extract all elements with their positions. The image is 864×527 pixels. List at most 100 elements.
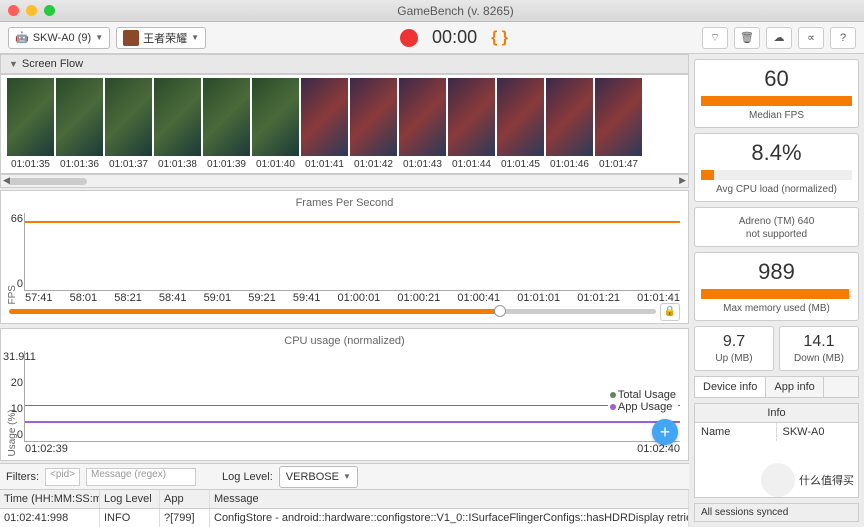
app-icon <box>123 30 139 46</box>
upload-card[interactable]: 9.7 Up (MB) <box>694 326 774 371</box>
legend-app: App Usage <box>618 401 672 413</box>
legend-total: Total Usage <box>618 389 676 401</box>
fps-value: 60 <box>701 66 852 92</box>
thumbnail[interactable]: 01:01:38 <box>154 78 201 170</box>
thumbnail[interactable]: 01:01:37 <box>105 78 152 170</box>
gpu-card[interactable]: Adreno (TM) 640 not supported <box>694 207 859 247</box>
thumbnail[interactable]: 01:01:45 <box>497 78 544 170</box>
share-icon[interactable]: ∝ <box>798 27 824 49</box>
help-icon[interactable]: ? <box>830 27 856 49</box>
thumbnail-image <box>7 78 54 156</box>
thumbnail-time: 01:01:38 <box>158 159 197 170</box>
info-header: Info <box>695 404 858 423</box>
thumbnail[interactable]: 01:01:40 <box>252 78 299 170</box>
thumbnail-time: 01:01:39 <box>207 159 246 170</box>
thumbnail-image <box>497 78 544 156</box>
tab-device-info[interactable]: Device info <box>695 377 766 397</box>
cpu-chart-title: CPU usage (normalized) <box>5 333 684 349</box>
right-panel: 60 Median FPS 8.4% Avg CPU load (normali… <box>689 54 864 527</box>
col-app[interactable]: App <box>160 490 210 508</box>
thumbnail[interactable]: 01:01:43 <box>399 78 446 170</box>
thumbnail-time: 01:01:44 <box>452 159 491 170</box>
thumbnail[interactable]: 01:01:39 <box>203 78 250 170</box>
screenflow-title: Screen Flow <box>22 58 83 70</box>
loglevel-dropdown[interactable]: VERBOSE▼ <box>279 466 358 488</box>
zoom-icon[interactable] <box>44 5 55 16</box>
thumbnail[interactable]: 01:01:44 <box>448 78 495 170</box>
wifi-icon[interactable]: ⌔ <box>702 27 728 49</box>
thumbnail-time: 01:01:42 <box>354 159 393 170</box>
app-dropdown[interactable]: 王者荣耀 ▼ <box>116 27 206 49</box>
thumbnail-image <box>154 78 201 156</box>
total-usage-line <box>25 405 680 407</box>
record-button[interactable] <box>400 29 418 47</box>
filters-label: Filters: <box>6 471 39 483</box>
up-value: 9.7 <box>701 333 767 351</box>
device-dropdown[interactable]: 🤖 SKW-A0 (9) ▼ <box>8 27 110 49</box>
log-row[interactable]: 01:02:41:998 INFO ?[799] ConfigStore - a… <box>0 509 689 527</box>
cloud-upload-icon[interactable]: ☁ <box>766 27 792 49</box>
main: ▼ Screen Flow 01:01:3501:01:3601:01:3701… <box>0 54 864 527</box>
loglevel-label: Log Level: <box>222 471 273 483</box>
thumbnail[interactable]: 01:01:35 <box>7 78 54 170</box>
screenflow-header[interactable]: ▼ Screen Flow <box>0 54 689 74</box>
thumbnail-image <box>105 78 152 156</box>
cpu-chart: CPU usage (normalized) Usage (%) 31.9112… <box>0 328 689 462</box>
col-level[interactable]: Log Level <box>100 490 160 508</box>
message-input[interactable]: Message (regex) <box>86 468 196 486</box>
pid-input[interactable]: <pid> <box>45 468 80 486</box>
log-header: Time (HH:MM:SS:ms) Log Level App Message <box>0 490 689 509</box>
app-label: 王者荣耀 <box>143 30 187 46</box>
thumbnail-image <box>203 78 250 156</box>
thumbnail-time: 01:01:43 <box>403 159 442 170</box>
gpu-status: not supported <box>701 229 852 240</box>
chevron-down-icon: ▼ <box>95 33 103 42</box>
titlebar: GameBench (v. 8265) <box>0 0 864 22</box>
up-label: Up (MB) <box>701 353 767 364</box>
thumbnail[interactable]: 01:01:47 <box>595 78 642 170</box>
minimize-icon[interactable] <box>26 5 37 16</box>
thumbnail-time: 01:01:41 <box>305 159 344 170</box>
thumbnail-image <box>301 78 348 156</box>
toolbar: 🤖 SKW-A0 (9) ▼ 王者荣耀 ▼ 00:00 { } ⌔ 🗑 ☁ ∝ … <box>0 22 864 54</box>
download-card[interactable]: 14.1 Down (MB) <box>779 326 859 371</box>
status-bar: All sessions synced <box>694 503 859 522</box>
mem-label: Max memory used (MB) <box>701 303 852 314</box>
col-time[interactable]: Time (HH:MM:SS:ms) <box>0 490 100 508</box>
thumbnail-time: 01:01:37 <box>109 159 148 170</box>
lock-icon[interactable]: 🔒 <box>660 303 680 321</box>
thumbnail-time: 01:01:35 <box>11 159 50 170</box>
fps-range-slider[interactable]: 🔒 <box>5 305 684 319</box>
thumbnail[interactable]: 01:01:36 <box>56 78 103 170</box>
add-button[interactable]: + <box>652 419 678 445</box>
thumbnail-strip[interactable]: 01:01:35 01:01:36 01:01:37 01:01:38 01:01:39… <box>0 74 689 174</box>
thumbnail-scrollbar[interactable]: ◀▶ <box>0 174 689 188</box>
trash-icon[interactable]: 🗑 <box>734 27 760 49</box>
braces-icon[interactable]: { } <box>491 29 508 47</box>
cpu-card[interactable]: 8.4% Avg CPU load (normalized) <box>694 133 859 202</box>
thumbnail-image <box>595 78 642 156</box>
thumbnail[interactable]: 01:01:41 <box>301 78 348 170</box>
tab-app-info[interactable]: App info <box>766 377 823 397</box>
cpu-value: 8.4% <box>701 140 852 166</box>
thumbnail-image <box>399 78 446 156</box>
fps-card[interactable]: 60 Median FPS <box>694 59 859 128</box>
cpu-label: Avg CPU load (normalized) <box>701 184 852 195</box>
col-msg[interactable]: Message <box>210 490 689 508</box>
thumbnail-time: 01:01:46 <box>550 159 589 170</box>
left-panel: ▼ Screen Flow 01:01:3501:01:3601:01:3701… <box>0 54 689 527</box>
cpu-plot[interactable]: 31.91120100 01:02:3901:02:40 Total Usage… <box>24 351 680 443</box>
thumbnail-image <box>448 78 495 156</box>
slider-thumb[interactable] <box>494 305 506 317</box>
down-label: Down (MB) <box>786 353 852 364</box>
memory-card[interactable]: 989 Max memory used (MB) <box>694 252 859 321</box>
info-table: Info Name SKW-A0 <box>694 403 859 498</box>
timer: 00:00 <box>432 27 477 48</box>
close-icon[interactable] <box>8 5 19 16</box>
fps-plot[interactable]: 660 57:4158:0158:2158:4159:0159:2159:410… <box>24 213 680 291</box>
window-title: GameBench (v. 8265) <box>55 4 856 18</box>
thumbnail[interactable]: 01:01:46 <box>546 78 593 170</box>
thumbnail-time: 01:01:47 <box>599 159 638 170</box>
device-label: SKW-A0 (9) <box>33 32 91 44</box>
thumbnail[interactable]: 01:01:42 <box>350 78 397 170</box>
